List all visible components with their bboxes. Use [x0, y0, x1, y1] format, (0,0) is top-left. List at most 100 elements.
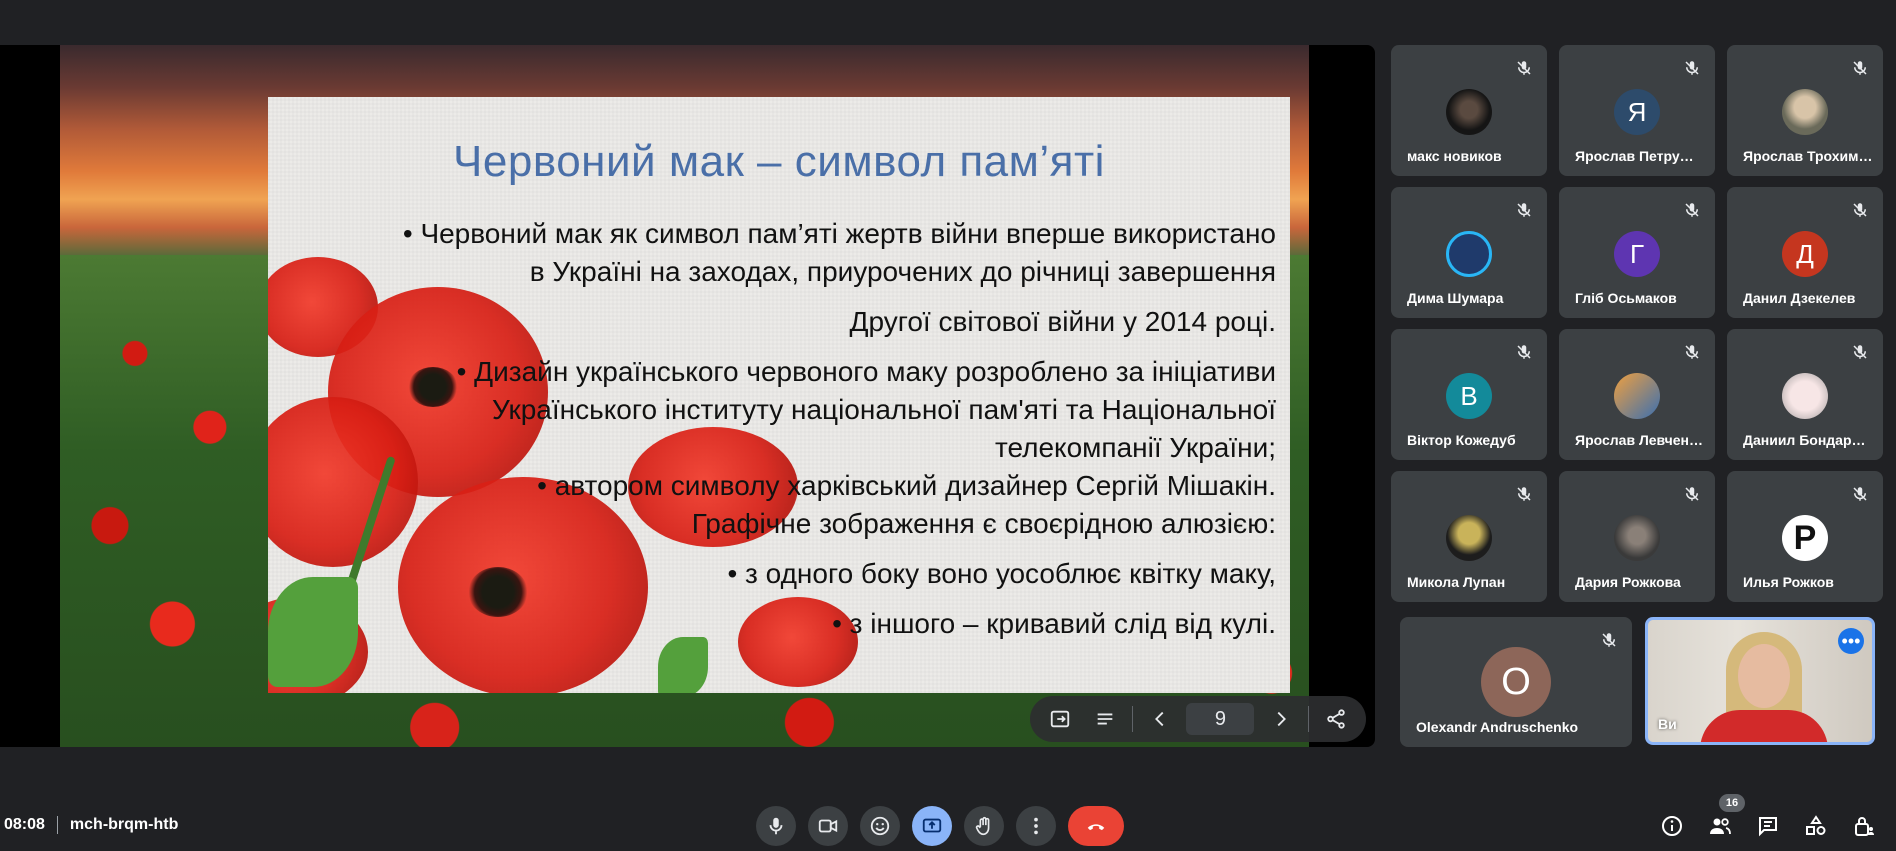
participant-tile[interactable]: Ярослав Левчен… — [1559, 329, 1715, 460]
more-options-icon[interactable]: ••• — [1838, 628, 1864, 654]
self-view-tile[interactable]: ••• Ви — [1645, 617, 1875, 745]
participant-name: Віктор Кожедуб — [1407, 432, 1516, 448]
participant-tile[interactable]: макс новиков — [1391, 45, 1547, 176]
participant-name: Данил Дзекелев — [1743, 290, 1856, 306]
more-options-button[interactable] — [1016, 806, 1056, 846]
hang-up-icon — [1087, 824, 1105, 831]
participant-name: Даниил Бондар… — [1743, 432, 1866, 448]
avatar: Г — [1614, 231, 1660, 277]
video-camera-icon — [818, 819, 838, 833]
people-icon — [1710, 818, 1731, 835]
slide-line: Графічне зображення є своєрідною алюзією… — [691, 508, 1276, 539]
share-slides-button[interactable] — [1318, 701, 1354, 737]
avatar: В — [1446, 373, 1492, 419]
mic-off-icon — [1683, 59, 1701, 77]
avatar — [1782, 373, 1828, 419]
activities-button[interactable] — [1800, 810, 1832, 842]
mic-off-icon — [1515, 59, 1533, 77]
participant-tile[interactable]: Микола Лупан — [1391, 471, 1547, 602]
mic-off-icon — [1851, 485, 1869, 503]
meeting-code: mch-brqm-htb — [69, 816, 179, 833]
participant-name: Ярослав Левчен… — [1575, 432, 1703, 448]
chevron-left-icon — [1154, 711, 1164, 727]
poppy-leaf — [658, 637, 708, 693]
people-button[interactable] — [1704, 810, 1736, 842]
present-now-button[interactable] — [912, 806, 952, 846]
host-controls-button[interactable] — [1848, 810, 1880, 842]
speaker-notes-button[interactable] — [1087, 701, 1123, 737]
slide-line: • Червоний мак як символ пам’яті жертв в… — [402, 218, 1276, 249]
avatar: P — [1782, 515, 1828, 561]
avatar: Д — [1782, 231, 1828, 277]
meeting-time: 08:08 — [4, 816, 45, 833]
exit-presentation-button[interactable] — [1042, 701, 1078, 737]
chat-icon — [1759, 817, 1777, 837]
participant-name: Дима Шумара — [1407, 290, 1504, 306]
participant-name: Ярослав Трохим… — [1743, 148, 1871, 164]
slide-line: • автором символу харківський дизайнер С… — [537, 470, 1276, 501]
slide-card: Червоний мак – символ пам’яті • Червоний… — [268, 97, 1290, 693]
meta-divider — [56, 816, 58, 834]
present-screen-icon — [922, 818, 942, 833]
mic-off-icon — [1851, 343, 1869, 361]
participant-name: макс новиков — [1407, 148, 1502, 164]
meeting-info: 08:08 mch-brqm-htb — [4, 816, 178, 834]
mic-off-icon — [1851, 201, 1869, 219]
mic-off-icon — [1683, 343, 1701, 361]
avatar — [1782, 89, 1828, 135]
next-slide-button[interactable] — [1263, 701, 1299, 737]
microphone-button[interactable] — [756, 806, 796, 846]
camera-person-body — [1700, 710, 1828, 742]
participant-name: Илья Рожков — [1743, 574, 1834, 590]
avatar — [1446, 231, 1492, 277]
mic-off-icon — [1683, 201, 1701, 219]
camera-person-face — [1738, 644, 1790, 708]
meeting-details-button[interactable] — [1656, 810, 1688, 842]
participant-tile[interactable]: Ярослав Трохим… — [1727, 45, 1883, 176]
mic-off-icon — [1515, 201, 1533, 219]
slide-background: Червоний мак – символ пам’яті • Червоний… — [60, 45, 1309, 747]
slide-line: в Україні на заходах, приурочених до річ… — [529, 256, 1276, 287]
slide-line: Українського інституту національної пам'… — [491, 394, 1276, 425]
participant-name: Ви — [1658, 716, 1677, 732]
participant-tile[interactable]: В Віктор Кожедуб — [1391, 329, 1547, 460]
slide-line: Другої світової війни у 2014 році. — [849, 306, 1276, 337]
participant-tile[interactable]: Дима Шумара — [1391, 187, 1547, 318]
slide-line: телекомпанії України; — [994, 432, 1276, 463]
slide-page-number[interactable]: 9 — [1186, 703, 1255, 735]
camera-button[interactable] — [808, 806, 848, 846]
more-vertical-icon — [1034, 817, 1038, 835]
exit-icon — [1051, 710, 1070, 728]
slide-controls: 9 — [1030, 696, 1366, 742]
leave-call-button[interactable] — [1068, 806, 1124, 846]
participant-tile[interactable]: Д Данил Дзекелев — [1727, 187, 1883, 318]
participant-name: Микола Лупан — [1407, 574, 1506, 590]
lock-person-icon — [1855, 817, 1874, 836]
avatar — [1614, 515, 1660, 561]
share-icon — [1326, 709, 1345, 729]
raise-hand-button[interactable] — [964, 806, 1004, 846]
participant-tile[interactable]: O Olexandr Andruschenko — [1400, 617, 1632, 747]
participant-tile[interactable]: P Илья Рожков — [1727, 471, 1883, 602]
avatar — [1446, 89, 1492, 135]
mic-off-icon — [1515, 343, 1533, 361]
participant-tile[interactable]: Я Ярослав Петру… — [1559, 45, 1715, 176]
microphone-icon — [769, 817, 783, 835]
presentation-stage: Червоний мак – символ пам’яті • Червоний… — [0, 45, 1375, 747]
controls-divider — [1307, 706, 1309, 732]
controls-divider — [1131, 706, 1133, 732]
reactions-button[interactable] — [860, 806, 900, 846]
mic-off-icon — [1515, 485, 1533, 503]
participant-tile[interactable]: Дария Рожкова — [1559, 471, 1715, 602]
info-icon — [1662, 816, 1682, 836]
chat-button[interactable] — [1752, 810, 1784, 842]
participant-tile[interactable]: Даниил Бондар… — [1727, 329, 1883, 460]
slide-line: • з одного боку воно уособлює квітку мак… — [727, 558, 1276, 589]
emoji-icon — [870, 816, 890, 836]
avatar: O — [1481, 647, 1551, 717]
previous-slide-button[interactable] — [1142, 701, 1178, 737]
slide-line: • Дизайн українського червоного маку роз… — [456, 356, 1276, 387]
participant-tile[interactable]: Г Гліб Осьмаков — [1559, 187, 1715, 318]
slide-title: Червоний мак – символ пам’яті — [453, 137, 1105, 186]
participant-name: Ярослав Петру… — [1575, 148, 1694, 164]
